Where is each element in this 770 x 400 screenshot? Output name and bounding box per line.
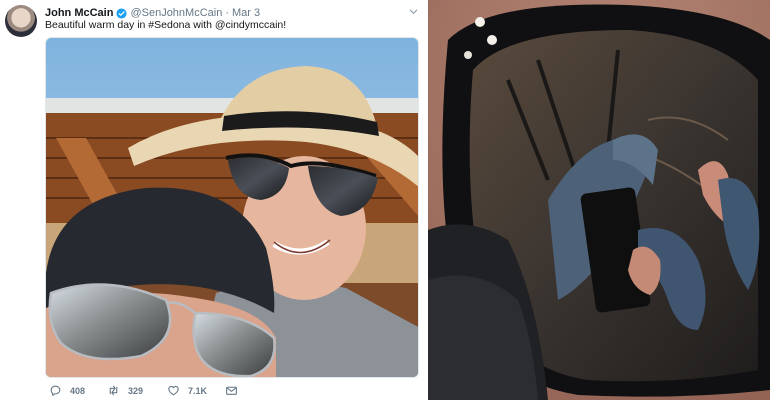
tweet-photo[interactable]	[45, 37, 419, 378]
user-handle[interactable]: @SenJohnMcCain	[130, 7, 222, 19]
like-count: 7.1K	[188, 385, 208, 396]
separator-dot: ·	[225, 7, 230, 19]
display-name[interactable]: John McCain	[45, 7, 113, 19]
reply-count: 408	[70, 385, 86, 396]
heart-icon	[168, 385, 179, 396]
chevron-down-icon[interactable]	[408, 6, 419, 17]
verified-badge-icon	[116, 7, 127, 19]
reply-button[interactable]: 408	[49, 384, 85, 397]
direct-message-button[interactable]	[225, 384, 246, 397]
zoomed-sunglasses-reflection	[428, 0, 770, 400]
like-button[interactable]: 7.1K	[167, 384, 207, 397]
tweet-actions: 408 329 7.1K	[45, 384, 425, 398]
reply-icon	[50, 385, 61, 396]
tweet-card: John McCain @SenJohnMcCain · Mar 3 Beaut…	[0, 0, 428, 400]
retweet-button[interactable]: 329	[107, 384, 143, 397]
tweet-text: Beautiful warm day in #Sedona with @cind…	[45, 19, 287, 31]
tweet-date[interactable]: Mar 3	[232, 7, 260, 19]
avatar[interactable]	[5, 5, 37, 37]
retweet-count: 329	[128, 385, 144, 396]
envelope-icon	[226, 386, 237, 395]
retweet-icon	[109, 385, 118, 396]
